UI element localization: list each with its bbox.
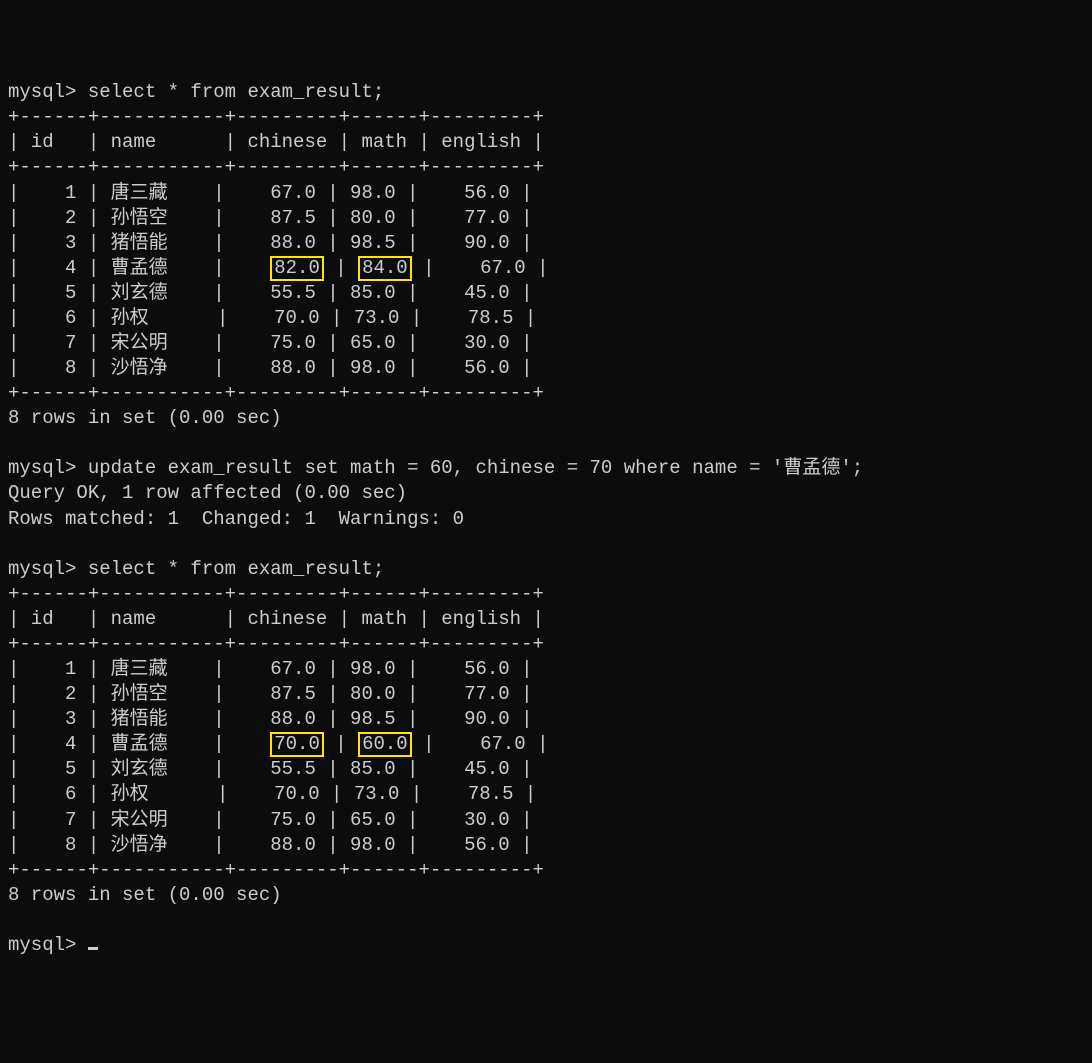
highlight-chinese: 70.0 — [270, 732, 324, 757]
terminal-output: mysql> select * from exam_result; +-----… — [8, 80, 1084, 958]
highlight-chinese: 82.0 — [270, 256, 324, 281]
highlight-math: 84.0 — [358, 256, 412, 281]
highlight-math: 60.0 — [358, 732, 412, 757]
cursor — [88, 947, 98, 950]
